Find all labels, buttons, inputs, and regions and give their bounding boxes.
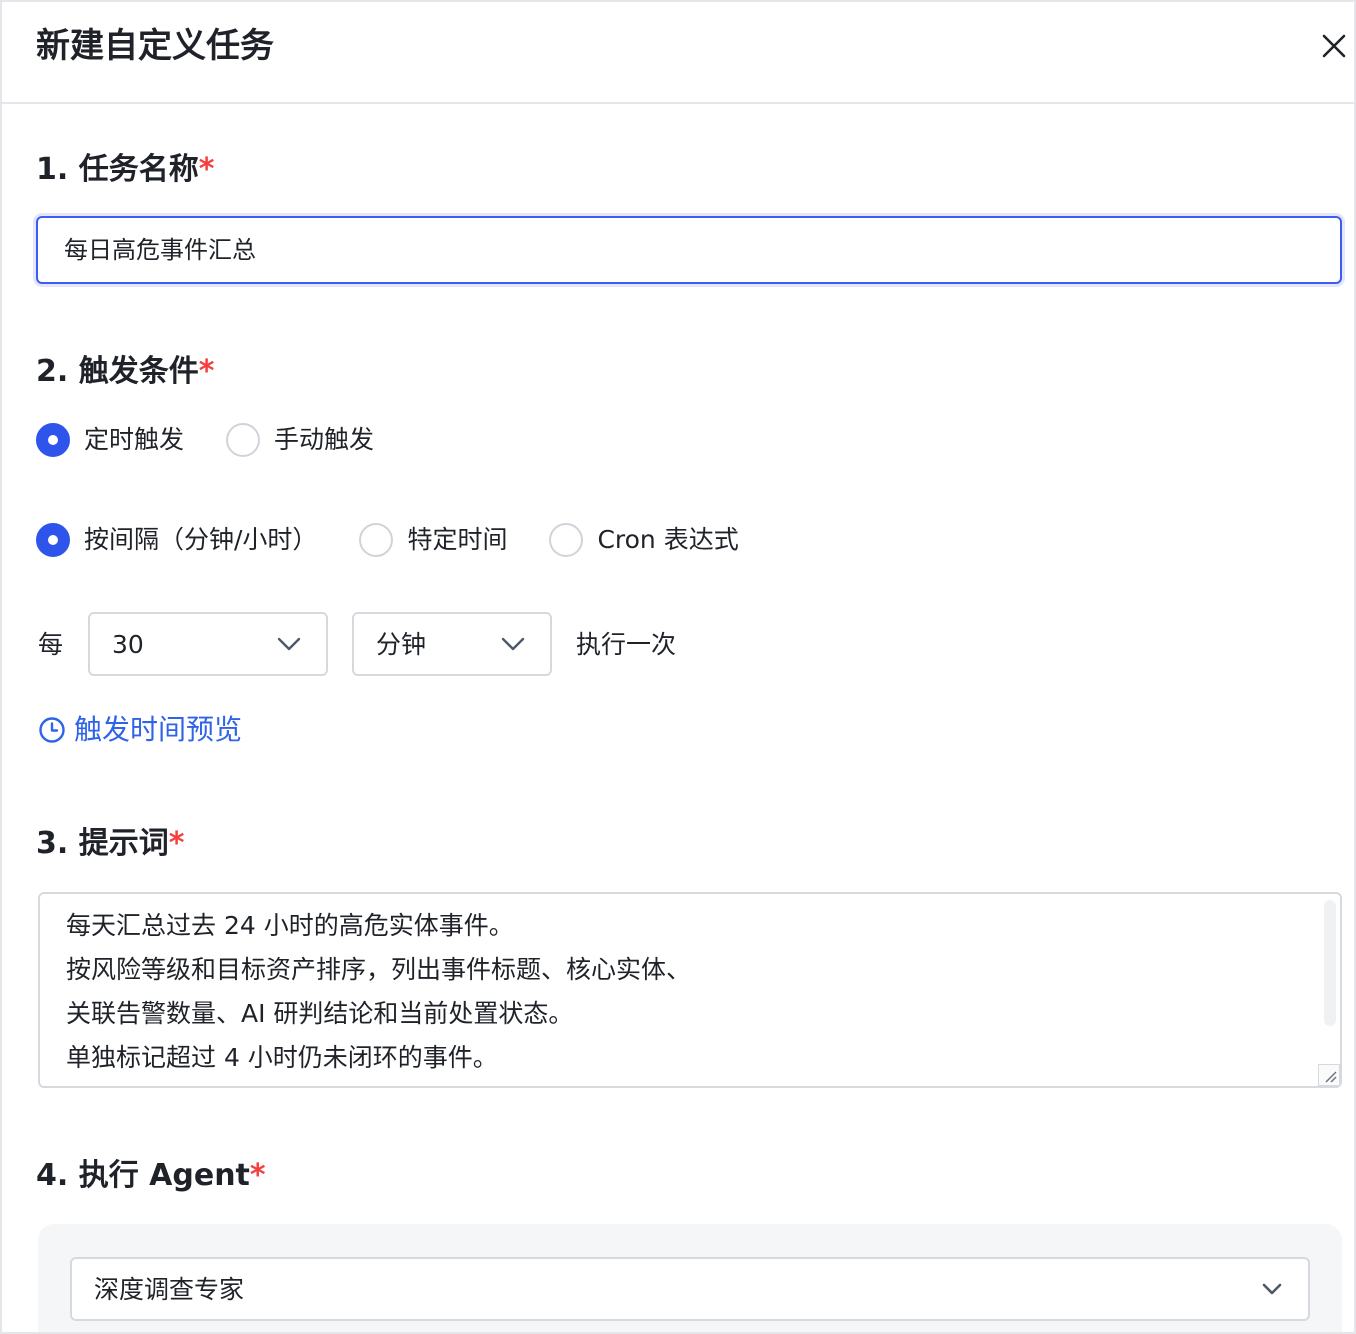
radio-label: 手动触发 <box>274 425 375 454</box>
interval-value: 30 <box>112 630 144 659</box>
radio-label: Cron 表达式 <box>597 525 739 554</box>
prompt-textarea[interactable]: 每天汇总过去 24 小时的高危实体事件。 按风险等级和目标资产排序，列出事件标题… <box>38 892 1342 1088</box>
prompt-line: 每天汇总过去 24 小时的高危实体事件。 <box>66 911 514 940</box>
interval-unit: 分钟 <box>376 630 427 659</box>
dialog-title: 新建自定义任务 <box>36 26 274 66</box>
radio-checked-icon <box>36 523 70 557</box>
radio-label: 按间隔（分钟/小时） <box>84 525 318 554</box>
required-mark: * <box>249 1158 266 1193</box>
interval-value-select[interactable]: 30 <box>88 612 328 676</box>
radio-unchecked-icon <box>226 423 261 457</box>
execute-once-label: 执行一次 <box>576 630 677 659</box>
dialog-header: 新建自定义任务 <box>2 2 1354 104</box>
close-button[interactable] <box>1310 24 1354 70</box>
radio-unchecked-icon <box>359 523 394 557</box>
required-mark: * <box>198 152 215 187</box>
section-title-trigger: 2. 触发条件* <box>36 352 214 392</box>
section-title-text: 3. 提示词 <box>36 826 169 861</box>
required-mark: * <box>168 826 185 861</box>
prompt-line: 单独标记超过 4 小时仍未闭环的事件。 <box>66 1043 498 1072</box>
radio-manual-trigger[interactable]: 手动触发 <box>226 423 374 457</box>
section-title-task-name: 1. 任务名称* <box>36 150 214 190</box>
task-name-value: 每日高危事件汇总 <box>64 236 256 264</box>
textarea-scrollbar[interactable] <box>1324 900 1336 1026</box>
prompt-line: 按风险等级和目标资产排序，列出事件标题、核心实体、 <box>66 955 692 984</box>
preview-label: 触发时间预览 <box>74 713 243 746</box>
task-name-input[interactable]: 每日高危事件汇总 <box>36 216 1342 284</box>
agent-value: 深度调查专家 <box>94 1275 245 1304</box>
trigger-mode-group: 定时触发 手动触发 <box>36 420 374 460</box>
agent-select[interactable]: 深度调查专家 <box>70 1257 1310 1321</box>
section-title-prompt: 3. 提示词* <box>36 824 184 864</box>
radio-specific-time[interactable]: 特定时间 <box>359 523 507 557</box>
prompt-text: 每天汇总过去 24 小时的高危实体事件。 按风险等级和目标资产排序，列出事件标题… <box>66 904 691 1080</box>
section-title-text: 2. 触发条件 <box>36 354 199 389</box>
required-mark: * <box>198 354 215 389</box>
chevron-down-icon <box>277 637 301 651</box>
radio-interval[interactable]: 按间隔（分钟/小时） <box>36 523 317 557</box>
new-task-dialog: 新建自定义任务 1. 任务名称* 每日高危事件汇总 2. 触发条件* 定时触发 … <box>0 0 1356 1334</box>
interval-unit-select[interactable]: 分钟 <box>352 612 552 676</box>
clock-icon <box>39 717 65 743</box>
chevron-down-icon <box>501 637 525 651</box>
radio-scheduled-trigger[interactable]: 定时触发 <box>36 423 184 457</box>
each-label: 每 <box>38 630 64 659</box>
section-title-agent: 4. 执行 Agent* <box>36 1156 266 1196</box>
radio-cron-expression[interactable]: Cron 表达式 <box>549 523 739 557</box>
radio-label: 定时触发 <box>84 425 185 454</box>
prompt-line: 关联告警数量、AI 研判结论和当前处置状态。 <box>66 999 574 1028</box>
schedule-type-group: 按间隔（分钟/小时） 特定时间 Cron 表达式 <box>36 520 739 560</box>
radio-unchecked-icon <box>549 523 584 557</box>
radio-label: 特定时间 <box>407 525 508 554</box>
section-title-text: 1. 任务名称 <box>36 152 199 187</box>
resize-grip-icon[interactable] <box>1318 1064 1340 1086</box>
close-icon <box>1322 34 1346 58</box>
radio-checked-icon <box>36 423 70 457</box>
trigger-time-preview-link[interactable]: 触发时间预览 <box>38 712 242 748</box>
chevron-down-icon <box>1262 1283 1282 1295</box>
section-title-text: 4. 执行 Agent <box>36 1158 250 1193</box>
